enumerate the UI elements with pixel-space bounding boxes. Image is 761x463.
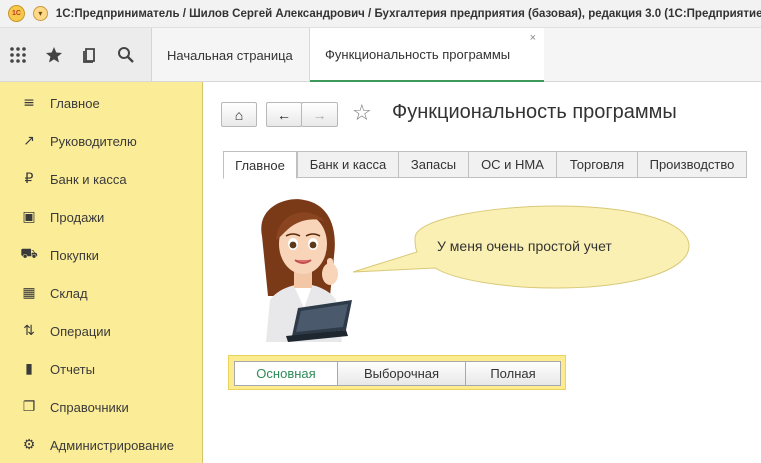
mode-selective-button[interactable]: Выборочная: [337, 361, 466, 386]
operations-icon: ⇅: [23, 323, 35, 339]
warehouse-icon: ▦: [22, 285, 36, 301]
back-button[interactable]: ←: [266, 102, 302, 127]
chevron-down-icon: ▾: [38, 9, 43, 18]
window-title: 1С:Предприниматель / Шилов Сергей Алекса…: [55, 7, 761, 20]
sidebar-item-manager[interactable]: ↗ Руководителю: [0, 122, 203, 160]
tab-home-page[interactable]: Начальная страница: [152, 28, 310, 82]
toolbar: [0, 28, 152, 82]
forward-button[interactable]: →: [301, 102, 338, 127]
sidebar-item-label: Отчеты: [50, 361, 95, 377]
sidebar-item-label: Главное: [50, 95, 100, 111]
page-title: Функциональность программы: [392, 101, 677, 123]
tab-production[interactable]: Производство: [637, 151, 747, 178]
sidebar-item-warehouse[interactable]: ▦ Склад: [0, 274, 203, 312]
cart-icon: ⛟: [20, 246, 38, 262]
sidebar-item-catalogs[interactable]: ❐ Справочники: [0, 388, 203, 426]
search-icon[interactable]: [108, 37, 144, 73]
arrow-left-icon: ←: [277, 106, 291, 123]
sidebar-item-operations[interactable]: ⇅ Операции: [0, 312, 203, 350]
functionality-mode-selector: Основная Выборочная Полная: [228, 355, 566, 390]
book-icon: ❐: [22, 399, 36, 415]
history-icon[interactable]: [72, 37, 108, 73]
sidebar-item-sales[interactable]: ▣ Продажи: [0, 198, 203, 236]
sidebar-item-label: Банк и касса: [50, 171, 127, 187]
navigation-buttons: ⌂ ← →: [221, 102, 338, 127]
tab-program-functionality[interactable]: Функциональность программы ×: [310, 28, 544, 82]
bag-icon: ▣: [22, 209, 36, 225]
open-windows-tabs: Начальная страница Функциональность прог…: [152, 28, 761, 82]
tab-main[interactable]: Главное: [223, 151, 297, 179]
sidebar-item-purchases[interactable]: ⛟ Покупки: [0, 236, 203, 274]
gear-icon: ⚙: [22, 437, 36, 453]
sidebar-item-label: Руководителю: [50, 133, 137, 149]
sidebar-item-label: Администрирование: [50, 437, 174, 453]
app-logo[interactable]: 1С: [8, 5, 25, 22]
arrow-right-icon: →: [312, 106, 327, 123]
sidebar-item-bank[interactable]: ₽ Банк и касса: [0, 160, 203, 198]
tab-trade[interactable]: Торговля: [556, 151, 638, 178]
coin-icon: ₽: [24, 171, 34, 187]
assistant-illustration: [261, 199, 352, 342]
apps-grid-icon[interactable]: [0, 37, 36, 73]
sidebar-item-label: Склад: [50, 285, 88, 301]
tab-stock[interactable]: Запасы: [398, 151, 469, 178]
sidebar-item-label: Справочники: [50, 399, 129, 415]
tab-bank-cash[interactable]: Банк и касса: [297, 151, 399, 178]
mode-basic-button[interactable]: Основная: [234, 361, 338, 386]
tab-label: Начальная страница: [167, 47, 293, 63]
home-button[interactable]: ⌂: [221, 102, 257, 127]
favorite-star-icon[interactable]: ☆: [352, 101, 372, 126]
sidebar-item-main[interactable]: ≡ Главное: [0, 84, 203, 122]
mode-full-button[interactable]: Полная: [465, 361, 561, 386]
sidebar-item-label: Продажи: [50, 209, 105, 225]
form-tabs: Главное Банк и касса Запасы ОС и НМА Тор…: [223, 151, 747, 179]
tab-fixed-assets[interactable]: ОС и НМА: [468, 151, 557, 178]
bar-chart-icon: ▮: [25, 361, 33, 377]
star-icon[interactable]: [36, 37, 72, 73]
title-bar: 1С ▾ 1С:Предприниматель / Шилов Сергей А…: [0, 0, 761, 28]
main-menu-button[interactable]: ▾: [32, 6, 48, 21]
home-icon: ⌂: [234, 106, 244, 123]
sidebar-item-label: Операции: [50, 323, 111, 339]
speech-bubble-text: У меня очень простой учет: [437, 238, 612, 254]
menu-lines-icon: ≡: [23, 95, 35, 111]
close-icon[interactable]: ×: [530, 32, 536, 44]
sections-panel: ≡ Главное ↗ Руководителю ₽ Банк и касса …: [0, 82, 203, 463]
sidebar-item-label: Покупки: [50, 247, 99, 263]
sidebar-item-administration[interactable]: ⚙ Администрирование: [0, 426, 203, 463]
tab-label: Функциональность программы: [325, 46, 511, 62]
trend-icon: ↗: [23, 133, 35, 149]
sidebar-item-reports[interactable]: ▮ Отчеты: [0, 350, 203, 388]
